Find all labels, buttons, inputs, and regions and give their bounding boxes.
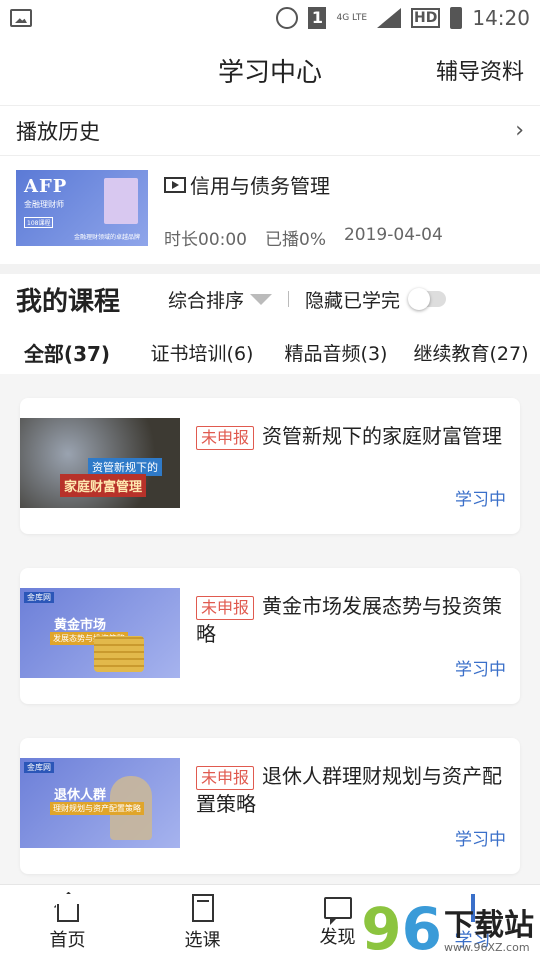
section-divider	[0, 264, 540, 274]
thumb-line1: 黄金市场	[54, 618, 107, 633]
home-icon	[56, 903, 79, 922]
course-thumbnail: 资管新规下的 家庭财富管理	[20, 418, 180, 508]
sim-icon: 1	[308, 7, 327, 29]
course-thumbnail: 金库网 退休人群 理财规划与资产配置策略	[20, 758, 180, 848]
video-play-icon	[164, 176, 186, 193]
status-bar: 1 4G LTE HD 14:20	[0, 0, 540, 36]
course-thumbnail: AFP 金融理财师 108课程 金融理财领域的卓越品牌	[16, 170, 148, 246]
divider	[288, 291, 290, 307]
chat-icon	[323, 896, 352, 925]
course-thumbnail: 金库网 黄金市场 发展态势与投资策略	[20, 588, 180, 678]
status-badge: 未申报	[196, 596, 255, 620]
course-card[interactable]: 金库网 黄金市场 发展态势与投资策略 未申报 黄金市场发展态势与投资策略 学习中	[20, 568, 520, 704]
tab-all[interactable]: 全部(37)	[0, 338, 134, 367]
history-date: 2019-04-04	[343, 225, 443, 245]
course-card[interactable]: 金库网 退休人群 理财规划与资产配置策略 未申报 退休人群理财规划与资产配置策略 …	[20, 738, 520, 874]
page-title: 学习中心	[217, 58, 322, 88]
history-meta: 时长00:00 已播0% 2019-04-04	[164, 225, 524, 250]
nav-select-label: 选课	[184, 929, 221, 951]
course-title: 未申报 退休人群理财规划与资产配置策略	[196, 762, 506, 818]
tab-certificate[interactable]: 证书培训(6)	[134, 339, 270, 366]
hd-icon: HD	[411, 8, 441, 28]
hide-completed-toggle[interactable]	[408, 288, 447, 310]
thumb-line1: 退休人群	[54, 788, 107, 803]
tab-continuing-edu[interactable]: 继续教育(27)	[402, 339, 540, 366]
clock: 14:20	[472, 6, 530, 30]
alarm-icon	[276, 7, 299, 29]
sort-label: 综合排序	[168, 289, 245, 312]
course-state: 学习中	[455, 490, 506, 510]
my-courses-header: 我的课程 综合排序 隐藏已学完	[0, 274, 540, 324]
history-title-text: 信用与债务管理	[190, 174, 330, 198]
watermark-logo: 96 下载站 www.96XZ.com	[361, 900, 534, 958]
nav-home[interactable]: 首页	[0, 885, 135, 960]
thumb-slogan: 金融理财领域的卓越品牌	[73, 234, 140, 241]
caret-down-icon	[250, 293, 273, 305]
watermark-digit-1: 9	[361, 895, 402, 960]
watermark-number: 96	[361, 900, 442, 958]
status-badge: 未申报	[196, 426, 255, 450]
tab-audio[interactable]: 精品音频(3)	[270, 339, 402, 366]
book-icon	[191, 893, 214, 922]
course-title: 未申报 资管新规下的家庭财富管理	[196, 422, 506, 450]
course-state: 学习中	[455, 660, 506, 680]
watermark-digit-2: 6	[401, 895, 442, 960]
history-item[interactable]: AFP 金融理财师 108课程 金融理财领域的卓越品牌 信用与债务管理 时长00…	[0, 156, 540, 264]
thumb-logo: 金库网	[24, 592, 54, 603]
nav-select-course[interactable]: 选课	[135, 885, 270, 960]
watermark-url: www.96XZ.com	[444, 941, 530, 954]
play-history-title: 播放历史	[16, 119, 100, 144]
history-title: 信用与债务管理	[164, 170, 524, 199]
image-notification-icon	[10, 9, 32, 27]
thumb-line2: 理财规划与资产配置策略	[50, 802, 144, 815]
signal-icon	[377, 8, 402, 28]
watermark-text: 下载站	[444, 908, 534, 943]
thumb-tag: 108课程	[24, 217, 54, 228]
thumb-line2: 家庭财富管理	[60, 474, 147, 497]
history-duration: 时长00:00	[164, 230, 247, 250]
course-state: 学习中	[455, 830, 506, 850]
app-header: 学习中心 辅导资料	[0, 36, 540, 106]
network-type: 4G LTE	[336, 13, 368, 23]
hide-completed-label: 隐藏已学完	[305, 289, 401, 312]
course-title-text: 资管新规下的家庭财富管理	[262, 424, 503, 448]
course-list: 资管新规下的 家庭财富管理 未申报 资管新规下的家庭财富管理 学习中 金库网 黄金…	[0, 374, 540, 884]
nav-discover-label: 发现	[319, 926, 356, 948]
thumb-logo: 金库网	[24, 762, 54, 773]
my-courses-title: 我的课程	[16, 286, 121, 317]
play-history-header[interactable]: 播放历史 ›	[0, 106, 540, 156]
sort-dropdown[interactable]: 综合排序	[168, 286, 273, 313]
course-title: 未申报 黄金市场发展态势与投资策略	[196, 592, 506, 648]
course-card[interactable]: 资管新规下的 家庭财富管理 未申报 资管新规下的家庭财富管理 学习中	[20, 398, 520, 534]
nav-home-label: 首页	[49, 929, 86, 951]
certificate-image	[104, 178, 138, 224]
status-badge: 未申报	[196, 766, 255, 790]
chevron-right-icon: ›	[515, 118, 524, 143]
history-progress: 已播0%	[265, 230, 326, 250]
gold-coins-image	[94, 636, 144, 672]
study-materials-link[interactable]: 辅导资料	[436, 54, 524, 86]
battery-icon	[450, 7, 463, 29]
